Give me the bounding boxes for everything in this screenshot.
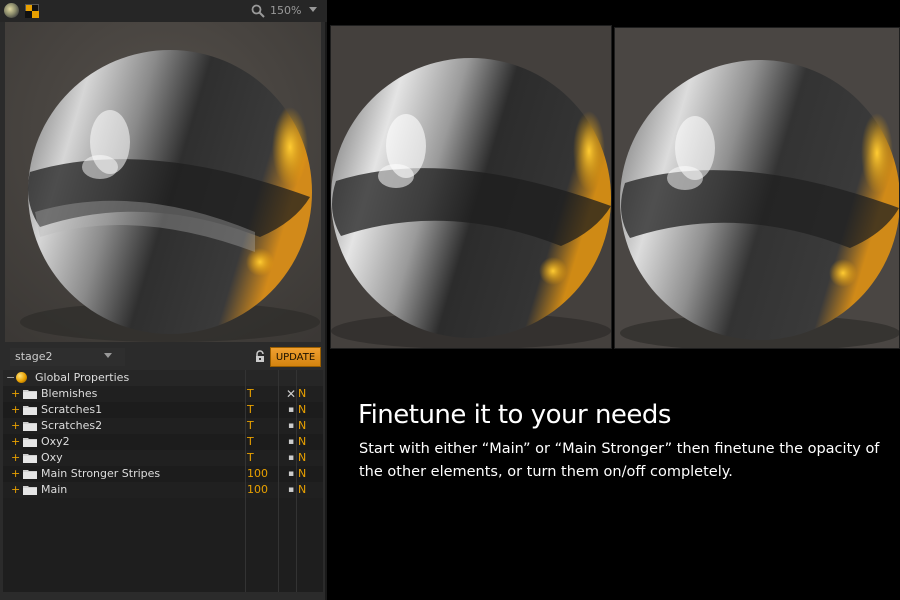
caption-heading: Finetune it to your needs bbox=[358, 400, 671, 430]
layer-row[interactable]: + Blemishes T ✕ N bbox=[3, 386, 323, 402]
expand-icon[interactable]: + bbox=[11, 466, 20, 482]
layer-row[interactable]: + Oxy2 T ▪ N bbox=[3, 434, 323, 450]
layer-opacity[interactable]: 100 bbox=[247, 466, 268, 482]
layer-name: Scratches2 bbox=[41, 419, 103, 432]
material-panel: 150% stage2 UPDATE − Global Properties +… bbox=[0, 0, 327, 600]
layer-flag[interactable]: N bbox=[298, 402, 306, 418]
layer-flag[interactable]: N bbox=[298, 434, 306, 450]
folder-icon bbox=[23, 470, 37, 479]
update-button[interactable]: UPDATE bbox=[270, 347, 321, 367]
layer-opacity[interactable]: T bbox=[247, 434, 254, 450]
chevron-down-icon[interactable] bbox=[104, 353, 112, 358]
layer-name: Oxy2 bbox=[41, 435, 70, 448]
global-material-icon bbox=[16, 372, 27, 383]
layer-name: Main bbox=[41, 483, 68, 496]
folder-icon bbox=[23, 438, 37, 447]
stage-select-value: stage2 bbox=[15, 350, 53, 363]
visibility-on-icon[interactable]: ▪ bbox=[286, 482, 296, 498]
layer-flag[interactable]: N bbox=[298, 482, 306, 498]
visibility-on-icon[interactable]: ▪ bbox=[286, 466, 296, 482]
magnifier-icon[interactable] bbox=[251, 4, 265, 18]
visibility-on-icon[interactable]: ▪ bbox=[286, 418, 296, 434]
caption-body: Start with either “Main” or “Main Strong… bbox=[359, 441, 880, 480]
expand-icon[interactable]: + bbox=[11, 402, 20, 418]
layer-row[interactable]: + Scratches1 T ▪ N bbox=[3, 402, 323, 418]
layer-opacity[interactable]: T bbox=[247, 450, 254, 466]
layer-flag[interactable]: N bbox=[298, 386, 306, 402]
expand-icon[interactable]: + bbox=[11, 450, 20, 466]
folder-icon bbox=[23, 390, 37, 399]
layer-opacity[interactable]: T bbox=[247, 386, 254, 402]
visibility-off-icon[interactable]: ✕ bbox=[286, 386, 296, 402]
folder-icon bbox=[23, 486, 37, 495]
material-preview-main bbox=[5, 22, 321, 342]
column-divider bbox=[245, 370, 246, 592]
layer-row[interactable]: + Main Stronger Stripes 100 ▪ N bbox=[3, 466, 323, 482]
layer-flag[interactable]: N bbox=[298, 450, 306, 466]
layer-name: Oxy bbox=[41, 451, 63, 464]
layer-name: Main Stronger Stripes bbox=[41, 467, 161, 480]
folder-icon bbox=[23, 454, 37, 463]
visibility-on-icon[interactable]: ▪ bbox=[286, 402, 296, 418]
layer-opacity[interactable]: T bbox=[247, 402, 254, 418]
checker-icon[interactable] bbox=[25, 4, 39, 18]
panel-toolbar: 150% bbox=[0, 0, 327, 22]
expand-icon[interactable]: + bbox=[11, 418, 20, 434]
expand-icon[interactable]: + bbox=[11, 386, 20, 402]
column-divider bbox=[296, 370, 297, 592]
layer-flag[interactable]: N bbox=[298, 466, 306, 482]
collapse-icon[interactable]: − bbox=[6, 370, 15, 386]
layer-name: Blemishes bbox=[41, 387, 98, 400]
expand-icon[interactable]: + bbox=[11, 434, 20, 450]
visibility-on-icon[interactable]: ▪ bbox=[286, 450, 296, 466]
material-preview-stripes bbox=[614, 27, 900, 349]
render-ball-icon[interactable] bbox=[4, 3, 19, 18]
layer-row[interactable]: + Oxy T ▪ N bbox=[3, 450, 323, 466]
layer-name: Scratches1 bbox=[41, 403, 103, 416]
visibility-on-icon[interactable]: ▪ bbox=[286, 434, 296, 450]
lock-icon[interactable] bbox=[255, 350, 265, 363]
layer-flag[interactable]: N bbox=[298, 418, 306, 434]
folder-icon bbox=[23, 406, 37, 415]
stage-row: stage2 UPDATE bbox=[0, 346, 327, 370]
zoom-level[interactable]: 150% bbox=[270, 4, 301, 17]
material-preview-main-stronger bbox=[330, 25, 612, 349]
folder-icon bbox=[23, 422, 37, 431]
layer-name: Global Properties bbox=[35, 371, 130, 384]
layer-opacity[interactable]: 100 bbox=[247, 482, 268, 498]
zoom-dropdown-arrow-icon[interactable] bbox=[309, 7, 317, 12]
layer-list: − Global Properties + Blemishes T ✕ N + Scratc… bbox=[3, 370, 323, 592]
layer-row[interactable]: + Scratches2 T ▪ N bbox=[3, 418, 323, 434]
layer-opacity[interactable]: T bbox=[247, 418, 254, 434]
layer-row[interactable]: + Main 100 ▪ N bbox=[3, 482, 323, 498]
column-divider bbox=[278, 370, 279, 592]
expand-icon[interactable]: + bbox=[11, 482, 20, 498]
layer-row-global[interactable]: − Global Properties bbox=[3, 370, 323, 386]
